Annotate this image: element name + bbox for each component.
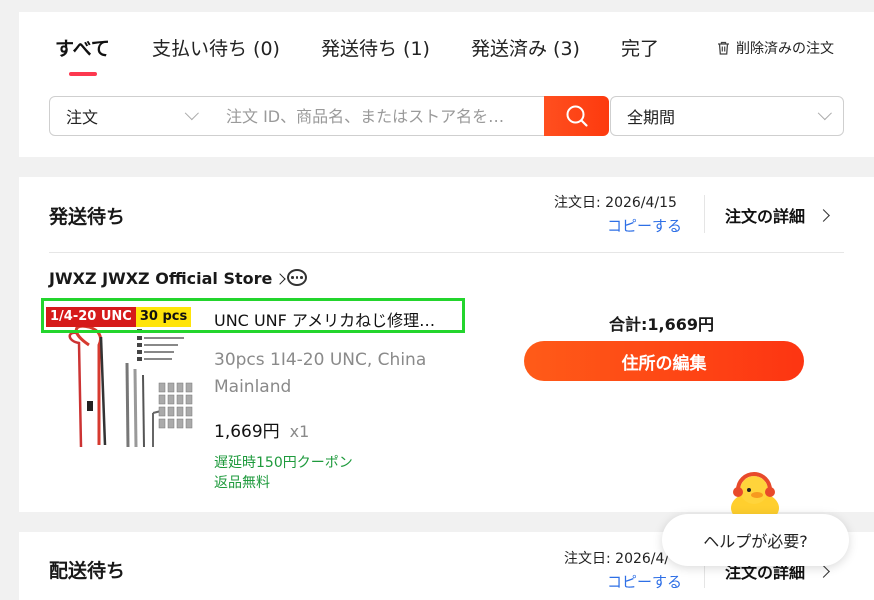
active-tab-indicator <box>69 72 97 76</box>
store-link[interactable]: JWXZ JWXZ Official Store <box>49 269 287 288</box>
order-status-title: 発送待ち <box>49 206 126 228</box>
tab-awaiting-payment[interactable]: 支払い待ち (0) <box>152 34 280 61</box>
chevron-right-icon <box>817 564 830 578</box>
tab-all[interactable]: すべて <box>55 34 110 61</box>
search-input[interactable] <box>210 96 545 136</box>
chevron-right-icon <box>274 272 287 285</box>
deleted-orders-link[interactable]: 削除済みの注文 <box>717 38 834 58</box>
order-total: 合計:1,669円 <box>609 315 715 334</box>
order-date: 注文日: 2026/4/15 <box>554 195 677 211</box>
search-icon <box>566 105 588 127</box>
order-date: 注文日: 2026/4/ <box>564 551 670 567</box>
period-select[interactable]: 全期間 <box>610 96 844 136</box>
store-name: JWXZ JWXZ Official Store <box>49 269 273 288</box>
order-card: 発送待ち 注文日: 2026/4/15 コピーする 注文の詳細 JWXZ JWX… <box>19 177 874 512</box>
order-type-value: 注文 <box>66 108 99 127</box>
search-button[interactable] <box>544 96 609 136</box>
tab-shipped[interactable]: 発送済み (3) <box>471 34 580 61</box>
tab-awaiting-shipment[interactable]: 発送待ち (1) <box>321 34 430 61</box>
copy-order-id-link[interactable]: コピーする <box>607 215 682 236</box>
order-filter-panel: すべて 支払い待ち (0) 発送待ち (1) 発送済み (3) 完了 削除済みの… <box>19 12 874 157</box>
chevron-down-icon <box>817 106 832 121</box>
product-price-line: 1,669円 x1 <box>214 417 309 442</box>
highlight-box <box>41 298 465 333</box>
help-label: ヘルプが必要? <box>703 532 808 551</box>
delay-coupon-perk: 遅延時150円クーポン <box>214 455 353 471</box>
tab-completed[interactable]: 完了 <box>621 34 659 61</box>
edit-address-button[interactable]: 住所の編集 <box>524 341 804 381</box>
trash-icon <box>718 41 729 55</box>
free-return-perk: 返品無料 <box>214 475 270 491</box>
deleted-orders-label: 削除済みの注文 <box>736 41 834 57</box>
order-detail-label: 注文の詳細 <box>725 207 806 226</box>
section-divider <box>49 252 844 253</box>
product-price: 1,669円 <box>214 422 280 442</box>
order-type-select[interactable]: 注文 <box>49 96 211 136</box>
chat-icon[interactable] <box>287 269 307 286</box>
product-variant: 30pcs 1I4-20 UNC, China Mainland <box>214 350 427 397</box>
header-divider <box>704 195 705 233</box>
copy-order-id-link[interactable]: コピーする <box>607 571 682 592</box>
order-status-title: 配送待ち <box>49 560 126 582</box>
period-value: 全期間 <box>627 108 676 127</box>
order-detail-link[interactable]: 注文の詳細 <box>725 203 830 227</box>
chevron-down-icon <box>184 106 199 121</box>
product-quantity: x1 <box>289 422 310 441</box>
chevron-right-icon <box>817 208 830 222</box>
product-image[interactable] <box>49 323 214 453</box>
help-chat-button[interactable]: ヘルプが必要? <box>662 514 849 566</box>
